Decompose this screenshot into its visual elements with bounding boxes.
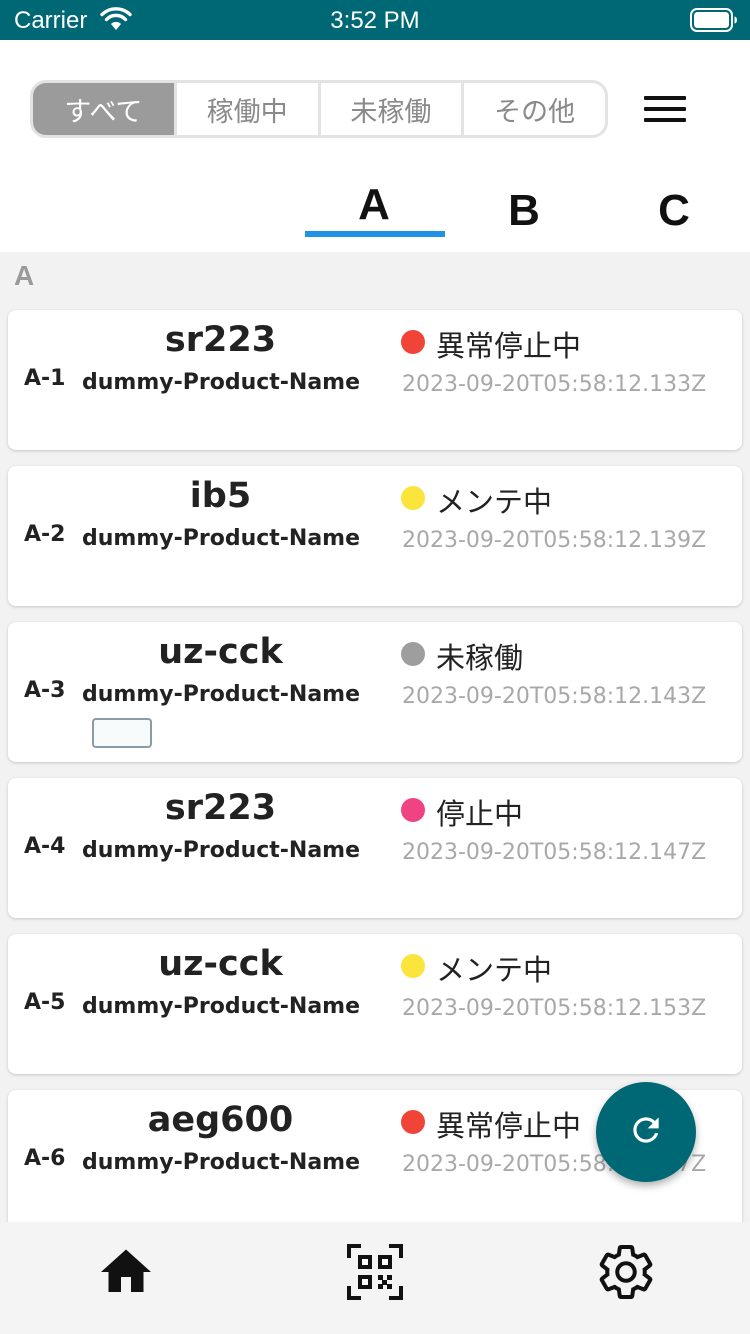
section-header: A (14, 260, 35, 291)
home-icon[interactable] (96, 1242, 156, 1302)
clock: 3:52 PM (330, 7, 420, 34)
product-name: dummy-Product-Name (82, 526, 361, 551)
status-label: 未稼働 (436, 641, 524, 675)
status-label: メンテ中 (436, 953, 553, 987)
device-name: uz-cck (158, 944, 283, 984)
refresh-icon (627, 1111, 665, 1153)
product-name: dummy-Product-Name (82, 682, 361, 707)
battery-icon (690, 8, 738, 37)
settings-gear-icon[interactable] (596, 1242, 656, 1302)
refresh-button[interactable] (596, 1082, 696, 1182)
segment-not-running[interactable]: 未稼働 (320, 83, 462, 135)
status-dot-icon (401, 954, 425, 978)
status-label: 停止中 (436, 797, 524, 831)
hamburger-menu-icon[interactable] (644, 96, 686, 124)
timestamp: 2023-09-20T05:58:12.133Z (402, 372, 707, 397)
status-dot-icon (401, 642, 425, 666)
status-label: 異常停止中 (436, 1109, 582, 1143)
group-tabs: A B C (0, 180, 750, 252)
status-dot-icon (401, 330, 425, 354)
device-list[interactable]: A A-1 sr223 dummy-Product-Name 異常停止中 202… (0, 252, 750, 1222)
segment-all[interactable]: すべて (33, 83, 174, 135)
product-name: dummy-Product-Name (82, 994, 361, 1019)
status-dot-icon (401, 486, 425, 510)
device-code: A-2 (24, 522, 66, 547)
timestamp: 2023-09-20T05:58:12.139Z (402, 528, 707, 553)
device-card[interactable]: A-4 sr223 dummy-Product-Name 停止中 2023-09… (8, 778, 742, 918)
device-name: aeg600 (147, 1100, 294, 1140)
device-card[interactable]: A-2 ib5 dummy-Product-Name メンテ中 2023-09-… (8, 466, 742, 606)
bottom-navigation (0, 1222, 750, 1334)
status-dot-icon (401, 1110, 425, 1134)
status-label: メンテ中 (436, 485, 553, 519)
device-code: A-3 (24, 678, 66, 703)
device-code: A-5 (24, 990, 66, 1015)
timestamp: 2023-09-20T05:58:12.147Z (402, 840, 707, 865)
device-code: A-4 (24, 834, 66, 859)
tab-c[interactable]: C (604, 186, 744, 246)
status-label: 異常停止中 (436, 329, 582, 363)
device-code: A-6 (24, 1146, 66, 1171)
status-bar: Carrier 3:52 PM (0, 0, 750, 40)
device-card[interactable]: A-5 uz-cck dummy-Product-Name メンテ中 2023-… (8, 934, 742, 1074)
device-name: sr223 (164, 320, 277, 360)
device-name: uz-cck (158, 632, 283, 672)
status-filter-segmented-control: すべて 稼働中 未稼働 その他 (30, 80, 608, 138)
device-name: ib5 (189, 476, 252, 516)
segment-other[interactable]: その他 (464, 83, 605, 135)
header: すべて 稼働中 未稼働 その他 A B C (0, 40, 750, 252)
product-name: dummy-Product-Name (82, 370, 361, 395)
tab-b[interactable]: B (454, 186, 594, 246)
active-tab-indicator (305, 231, 445, 237)
device-card[interactable]: A-1 sr223 dummy-Product-Name 異常停止中 2023-… (8, 310, 742, 450)
product-name: dummy-Product-Name (82, 838, 361, 863)
segment-running[interactable]: 稼働中 (176, 83, 318, 135)
tag-box (92, 718, 152, 748)
timestamp: 2023-09-20T05:58:12.153Z (402, 996, 707, 1021)
product-name: dummy-Product-Name (82, 1150, 361, 1175)
qr-code-scan-icon[interactable] (345, 1242, 405, 1302)
device-card[interactable]: A-3 uz-cck dummy-Product-Name 未稼働 2023-0… (8, 622, 742, 762)
device-code: A-1 (24, 366, 66, 391)
status-dot-icon (401, 798, 425, 822)
timestamp: 2023-09-20T05:58:12.143Z (402, 684, 707, 709)
device-name: sr223 (164, 788, 277, 828)
